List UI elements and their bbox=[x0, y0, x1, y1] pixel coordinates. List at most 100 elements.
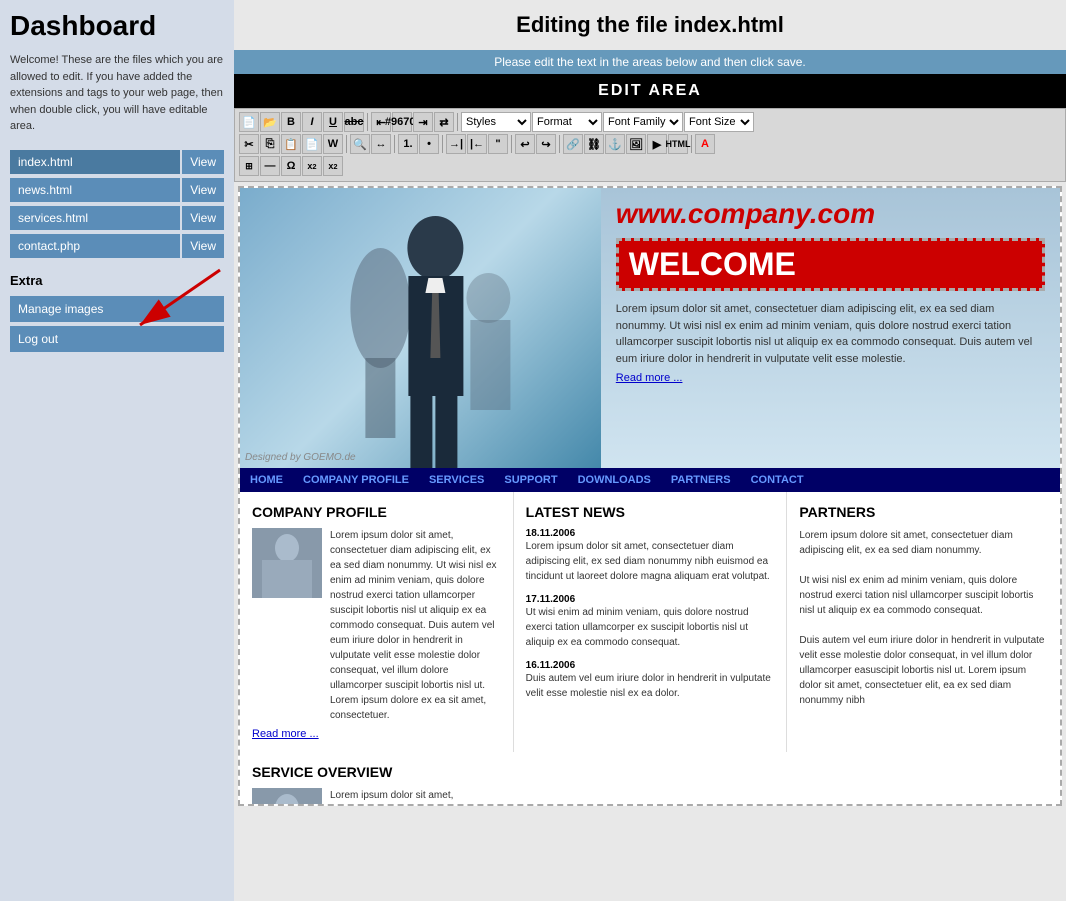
tb-sep-1 bbox=[367, 113, 368, 131]
file-row-1: news.html View bbox=[10, 178, 224, 202]
tb-sep-6 bbox=[511, 135, 512, 153]
company-profile-text: Lorem ipsum dolor sit amet, consectetuer… bbox=[330, 528, 501, 723]
open-doc-icon[interactable]: 📂 bbox=[260, 112, 280, 132]
view-news-btn[interactable]: View bbox=[182, 178, 224, 202]
read-more-link-2[interactable]: Read more ... bbox=[252, 728, 501, 740]
partners-col: PARTNERS Lorem ipsum dolore sit amet, co… bbox=[787, 492, 1060, 752]
bold-btn[interactable]: B bbox=[281, 112, 301, 132]
nav-downloads[interactable]: DOWNLOADS bbox=[568, 468, 661, 492]
html-btn[interactable]: HTML bbox=[668, 134, 688, 154]
read-more-link-1[interactable]: Read more ... bbox=[616, 372, 1045, 384]
service-overview-col: SERVICE OVERVIEW Lorem ipsum dolor sit a… bbox=[240, 752, 519, 806]
company-profile-col: COMPANY PROFILE Lorem ipsum dolor sit am… bbox=[240, 492, 514, 752]
editor-toolbar: 📄 📂 B I U abc ⇤ #9670; ⇥ ⇄ Styles Forma… bbox=[234, 108, 1066, 182]
indent-btn[interactable]: →| bbox=[446, 134, 466, 154]
tb-sep-8 bbox=[691, 135, 692, 153]
designed-by: Designed by GOEMO.de bbox=[245, 452, 356, 463]
company-thumb bbox=[252, 528, 322, 598]
content-row-2: SERVICE OVERVIEW Lorem ipsum dolor sit a… bbox=[240, 752, 1060, 806]
main-area: Editing the file index.html Please edit … bbox=[234, 0, 1066, 901]
align-center-btn[interactable]: #9670; bbox=[392, 112, 412, 132]
nav-partners[interactable]: PARTNERS bbox=[661, 468, 741, 492]
color-btn[interactable]: A bbox=[695, 134, 715, 154]
site-header: Designed by GOEMO.de www.company.com WEL… bbox=[240, 188, 1060, 468]
font-family-select[interactable]: Font Family bbox=[603, 112, 683, 132]
tb-sep-4 bbox=[394, 135, 395, 153]
toolbar-row-3: ⊞ — Ω x2 x2 bbox=[239, 156, 1061, 176]
file-services-html[interactable]: services.html bbox=[10, 206, 180, 230]
sub-btn[interactable]: x2 bbox=[302, 156, 322, 176]
find-btn[interactable]: 🔍 bbox=[350, 134, 370, 154]
nav-home[interactable]: HOME bbox=[240, 468, 293, 492]
welcome-banner: WELCOME bbox=[616, 238, 1045, 291]
ul-btn[interactable]: • bbox=[419, 134, 439, 154]
tb-sep-5 bbox=[442, 135, 443, 153]
align-right-btn[interactable]: ⇥ bbox=[413, 112, 433, 132]
nav-contact[interactable]: CONTACT bbox=[741, 468, 814, 492]
undo-btn[interactable]: ↩ bbox=[515, 134, 535, 154]
manage-images-btn[interactable]: Manage images bbox=[10, 296, 224, 322]
table-btn[interactable]: ⊞ bbox=[239, 156, 259, 176]
view-index-btn[interactable]: View bbox=[182, 150, 224, 174]
format-select[interactable]: Format bbox=[532, 112, 602, 132]
file-contact-php[interactable]: contact.php bbox=[10, 234, 180, 258]
replace-btn[interactable]: ↔ bbox=[371, 134, 391, 154]
toolbar-row-2: ✂ ⎘ 📋 📄 W 🔍 ↔ 1. • →| |← " ↩ ↪ 🔗 ⛓ ⚓ 🖼 ▶… bbox=[239, 134, 1061, 154]
content-row-1: COMPANY PROFILE Lorem ipsum dolor sit am… bbox=[240, 492, 1060, 752]
styles-select[interactable]: Styles bbox=[461, 112, 531, 132]
nav-services[interactable]: SERVICES bbox=[419, 468, 494, 492]
file-row-0: index.html View bbox=[10, 150, 224, 174]
paste-word-btn[interactable]: W bbox=[323, 134, 343, 154]
cut-btn[interactable]: ✂ bbox=[239, 134, 259, 154]
copy-btn[interactable]: ⎘ bbox=[260, 134, 280, 154]
image-btn[interactable]: 🖼 bbox=[626, 134, 646, 154]
view-contact-btn[interactable]: View bbox=[182, 234, 224, 258]
tb-sep-2 bbox=[457, 113, 458, 131]
unlink-btn[interactable]: ⛓ bbox=[584, 134, 604, 154]
ol-btn[interactable]: 1. bbox=[398, 134, 418, 154]
service-overview-title: SERVICE OVERVIEW bbox=[252, 764, 507, 780]
news-date-1: 17.11.2006 bbox=[526, 594, 775, 605]
link-btn[interactable]: 🔗 bbox=[563, 134, 583, 154]
nav-support[interactable]: SUPPORT bbox=[494, 468, 567, 492]
news-text-2: Duis autem vel eum iriure dolor in hendr… bbox=[526, 671, 775, 701]
hr-btn[interactable]: — bbox=[260, 156, 280, 176]
align-justify-btn[interactable]: ⇄ bbox=[434, 112, 454, 132]
media-btn[interactable]: ▶ bbox=[647, 134, 667, 154]
preview-area: Designed by GOEMO.de www.company.com WEL… bbox=[238, 186, 1062, 806]
outdent-btn[interactable]: |← bbox=[467, 134, 487, 154]
header-image: Designed by GOEMO.de bbox=[240, 188, 601, 468]
sidebar: Dashboard Welcome! These are the files w… bbox=[0, 0, 234, 901]
anchor-btn[interactable]: ⚓ bbox=[605, 134, 625, 154]
nav-company-profile[interactable]: COMPANY PROFILE bbox=[293, 468, 419, 492]
sidebar-intro: Welcome! These are the files which you a… bbox=[10, 52, 224, 135]
underline-btn[interactable]: U bbox=[323, 112, 343, 132]
paste-plain-btn[interactable]: 📄 bbox=[302, 134, 322, 154]
partners-title: PARTNERS bbox=[799, 504, 1048, 520]
news-date-0: 18.11.2006 bbox=[526, 528, 775, 539]
service-content: Lorem ipsum dolor sit amet, consectetuer… bbox=[252, 788, 507, 806]
file-index-html[interactable]: index.html bbox=[10, 150, 180, 174]
redo-btn[interactable]: ↪ bbox=[536, 134, 556, 154]
sup-btn[interactable]: x2 bbox=[323, 156, 343, 176]
nav-bar: HOME COMPANY PROFILE SERVICES SUPPORT DO… bbox=[240, 468, 1060, 492]
company-profile-content: Lorem ipsum dolor sit amet, consectetuer… bbox=[252, 528, 501, 723]
latest-news-title: LATEST NEWS bbox=[526, 504, 775, 520]
person-silhouette bbox=[240, 188, 601, 468]
sidebar-title: Dashboard bbox=[10, 10, 224, 42]
view-services-btn[interactable]: View bbox=[182, 206, 224, 230]
font-size-select[interactable]: Font Size bbox=[684, 112, 754, 132]
file-row-2: services.html View bbox=[10, 206, 224, 230]
strikethrough-btn[interactable]: abc bbox=[344, 112, 364, 132]
paste-btn[interactable]: 📋 bbox=[281, 134, 301, 154]
blockquote-btn[interactable]: " bbox=[488, 134, 508, 154]
header-lorem-text: Lorem ipsum dolor sit amet, consectetuer… bbox=[616, 301, 1045, 367]
italic-btn[interactable]: I bbox=[302, 112, 322, 132]
file-news-html[interactable]: news.html bbox=[10, 178, 180, 202]
new-doc-icon[interactable]: 📄 bbox=[239, 112, 259, 132]
service-thumb bbox=[252, 788, 322, 806]
special-char-btn[interactable]: Ω bbox=[281, 156, 301, 176]
tb-sep-7 bbox=[559, 135, 560, 153]
logout-btn[interactable]: Log out bbox=[10, 326, 224, 352]
edit-area-label: EDIT AREA bbox=[234, 74, 1066, 108]
